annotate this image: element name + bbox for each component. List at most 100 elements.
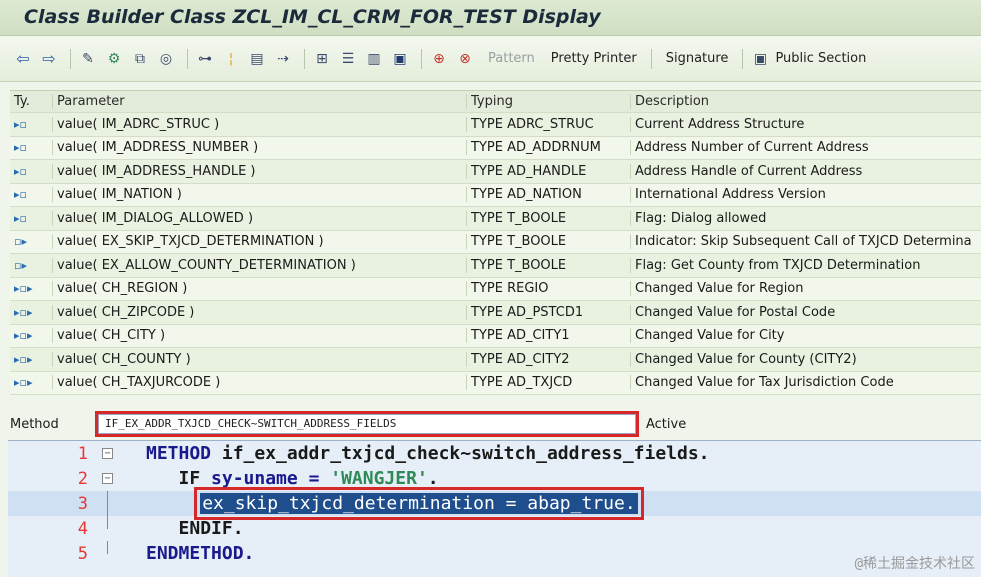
hierarchy-icon[interactable]: ⇢ bbox=[272, 48, 294, 70]
selected-code-text[interactable]: ex_skip_txjcd_determination = abap_true. bbox=[194, 487, 644, 520]
collapse-icon[interactable]: − bbox=[102, 473, 113, 484]
param-typing[interactable]: TYPE AD_HANDLE bbox=[466, 163, 630, 179]
parameter-row[interactable]: ▸▫▸ value( CH_CITY ) TYPE AD_CITY1 Changed … bbox=[10, 324, 981, 348]
code-line-selected[interactable]: 3 ex_skip_txjcd_determination = abap_tru… bbox=[8, 487, 981, 520]
param-typing[interactable]: TYPE T_BOOLE bbox=[466, 257, 630, 273]
toolbar-separator bbox=[650, 48, 652, 69]
param-name[interactable]: value( IM_ADRC_STRUC ) bbox=[52, 116, 466, 132]
param-description[interactable]: Address Handle of Current Address bbox=[630, 163, 981, 179]
signature-button[interactable]: Signature bbox=[658, 51, 737, 66]
param-description[interactable]: Flag: Dialog allowed bbox=[630, 210, 981, 226]
find-next-icon[interactable]: ⊗ bbox=[454, 48, 476, 70]
col-header-parameter[interactable]: Parameter bbox=[52, 94, 466, 109]
param-description[interactable]: Changed Value for County (CITY2) bbox=[630, 351, 981, 367]
method-label: Method bbox=[10, 416, 59, 432]
method-status: Active bbox=[646, 416, 687, 432]
param-description[interactable]: Changed Value for City bbox=[630, 328, 981, 344]
find-icon[interactable]: ⊕ bbox=[428, 48, 450, 70]
object-list-icon[interactable]: ¦ bbox=[220, 48, 242, 70]
param-description[interactable]: Address Number of Current Address bbox=[630, 140, 981, 156]
changing-param-icon: ▸▫▸ bbox=[14, 329, 33, 343]
window-title: Class Builder Class ZCL_IM_CL_CRM_FOR_TE… bbox=[24, 6, 601, 28]
info-icon[interactable]: ▥ bbox=[363, 48, 385, 70]
param-name[interactable]: value( CH_TAXJURCODE ) bbox=[52, 375, 466, 391]
parameter-row[interactable]: ▫▸ value( EX_ALLOW_COUNTY_DETERMINATION )… bbox=[10, 254, 981, 278]
param-name[interactable]: value( IM_ADDRESS_NUMBER ) bbox=[52, 140, 466, 156]
param-typing[interactable]: TYPE AD_CITY1 bbox=[466, 328, 630, 344]
parameter-row[interactable]: ▸▫ value( IM_DIALOG_ALLOWED ) TYPE T_BOOLE… bbox=[10, 207, 981, 231]
method-bar: Method IF_EX_ADDR_TXJCD_CHECK~SWITCH_ADD… bbox=[0, 408, 981, 440]
code-line[interactable]: 5 ENDMETHOD. bbox=[8, 541, 981, 566]
parameter-table: Ty. Parameter Typing Description ▸▫ value… bbox=[10, 90, 981, 395]
code-line[interactable]: 1 − METHOD if_ex_addr_txjcd_check~switch… bbox=[8, 441, 981, 466]
code-line[interactable]: 4 ENDIF. bbox=[8, 516, 981, 541]
param-description[interactable]: Flag: Get County from TXJCD Determinatio… bbox=[630, 257, 981, 273]
toolbar-separator bbox=[421, 48, 422, 69]
col-header-type[interactable]: Ty. bbox=[10, 94, 52, 109]
line-number: 1 bbox=[77, 443, 88, 464]
parameter-row[interactable]: ▸▫ value( IM_NATION ) TYPE AD_NATION Intern… bbox=[10, 183, 981, 207]
layout-icon[interactable]: ☰ bbox=[337, 48, 359, 70]
parameter-row[interactable]: ▸▫▸ value( CH_COUNTY ) TYPE AD_CITY2 Change… bbox=[10, 348, 981, 372]
param-description[interactable]: Indicator: Skip Subsequent Call of TXJCD… bbox=[630, 234, 981, 250]
param-typing[interactable]: TYPE AD_NATION bbox=[466, 187, 630, 203]
param-name[interactable]: value( CH_CITY ) bbox=[52, 328, 466, 344]
param-typing[interactable]: TYPE AD_PSTCD1 bbox=[466, 304, 630, 320]
param-name[interactable]: value( IM_NATION ) bbox=[52, 187, 466, 203]
param-description[interactable]: Changed Value for Tax Jurisdiction Code bbox=[630, 375, 981, 391]
parameter-row[interactable]: ▸▫▸ value( CH_REGION ) TYPE REGIO Changed V… bbox=[10, 277, 981, 301]
check-icon[interactable]: ◎ bbox=[155, 48, 177, 70]
code-line[interactable]: 2 − IF sy-uname = 'WANGJER'. bbox=[8, 466, 981, 491]
param-description[interactable]: Changed Value for Region bbox=[630, 281, 981, 297]
line-number: 3 bbox=[77, 493, 88, 514]
param-description[interactable]: Current Address Structure bbox=[630, 116, 981, 132]
dependency-icon[interactable]: ⊞ bbox=[311, 48, 333, 70]
param-name[interactable]: value( CH_ZIPCODE ) bbox=[52, 304, 466, 320]
param-name[interactable]: value( IM_ADDRESS_HANDLE ) bbox=[52, 163, 466, 179]
param-description[interactable]: Changed Value for Postal Code bbox=[630, 304, 981, 320]
param-name[interactable]: value( CH_COUNTY ) bbox=[52, 351, 466, 367]
param-typing[interactable]: TYPE REGIO bbox=[466, 281, 630, 297]
display-change-icon[interactable]: ⚙ bbox=[103, 48, 125, 70]
import-param-icon: ▸▫ bbox=[14, 211, 27, 225]
activate-icon[interactable]: ⧉ bbox=[129, 48, 151, 70]
param-name[interactable]: value( EX_ALLOW_COUNTY_DETERMINATION ) bbox=[52, 257, 466, 273]
code-editor[interactable]: 1 − METHOD if_ex_addr_txjcd_check~switch… bbox=[8, 440, 981, 577]
param-name[interactable]: value( CH_REGION ) bbox=[52, 281, 466, 297]
public-section-button[interactable]: Public Section bbox=[775, 51, 874, 66]
where-used-icon[interactable]: ⊶ bbox=[194, 48, 216, 70]
parameter-table-header: Ty. Parameter Typing Description bbox=[10, 91, 981, 113]
back-arrow-icon[interactable]: ⇦ bbox=[12, 48, 34, 70]
parameter-row[interactable]: ▫▸ value( EX_SKIP_TXJCD_DETERMINATION ) TY… bbox=[10, 230, 981, 254]
param-typing[interactable]: TYPE AD_TXJCD bbox=[466, 375, 630, 391]
param-typing[interactable]: TYPE AD_CITY2 bbox=[466, 351, 630, 367]
col-header-typing[interactable]: Typing bbox=[466, 94, 630, 109]
parameter-row[interactable]: ▸▫▸ value( CH_TAXJURCODE ) TYPE AD_TXJCD Ch… bbox=[10, 371, 981, 395]
parameter-row[interactable]: ▸▫ value( IM_ADDRESS_NUMBER ) TYPE AD_ADDR… bbox=[10, 136, 981, 160]
import-param-icon: ▸▫ bbox=[14, 164, 27, 178]
changing-param-icon: ▸▫▸ bbox=[14, 305, 33, 319]
pretty-printer-button[interactable]: Pretty Printer bbox=[543, 51, 645, 66]
param-typing[interactable]: TYPE AD_ADDRNUM bbox=[466, 140, 630, 156]
other-object-icon[interactable]: ✎ bbox=[77, 48, 99, 70]
method-name-field[interactable]: IF_EX_ADDR_TXJCD_CHECK~SWITCH_ADDRESS_FI… bbox=[95, 411, 639, 437]
help-icon[interactable]: ▣ bbox=[389, 48, 411, 70]
forward-arrow-icon[interactable]: ⇨ bbox=[38, 48, 60, 70]
toolbar-separator bbox=[304, 48, 305, 69]
line-number: 4 bbox=[77, 518, 88, 539]
col-header-description[interactable]: Description bbox=[630, 94, 981, 109]
parameter-row[interactable]: ▸▫▸ value( CH_ZIPCODE ) TYPE AD_PSTCD1 Chan… bbox=[10, 301, 981, 325]
param-typing[interactable]: TYPE ADRC_STRUC bbox=[466, 116, 630, 132]
parameter-row[interactable]: ▸▫ value( IM_ADRC_STRUC ) TYPE ADRC_STRUC C… bbox=[10, 113, 981, 137]
parameter-row[interactable]: ▸▫ value( IM_ADDRESS_HANDLE ) TYPE AD_HAND… bbox=[10, 160, 981, 184]
param-typing[interactable]: TYPE T_BOOLE bbox=[466, 210, 630, 226]
collapse-icon[interactable]: − bbox=[102, 448, 113, 459]
navigate-icon[interactable]: ▤ bbox=[246, 48, 268, 70]
pattern-button[interactable]: Pattern bbox=[480, 51, 543, 66]
line-number: 5 bbox=[77, 543, 88, 564]
param-typing[interactable]: TYPE T_BOOLE bbox=[466, 234, 630, 250]
param-name[interactable]: value( IM_DIALOG_ALLOWED ) bbox=[52, 210, 466, 226]
param-name[interactable]: value( EX_SKIP_TXJCD_DETERMINATION ) bbox=[52, 234, 466, 250]
import-param-icon: ▸▫ bbox=[14, 117, 27, 131]
param-description[interactable]: International Address Version bbox=[630, 187, 981, 203]
